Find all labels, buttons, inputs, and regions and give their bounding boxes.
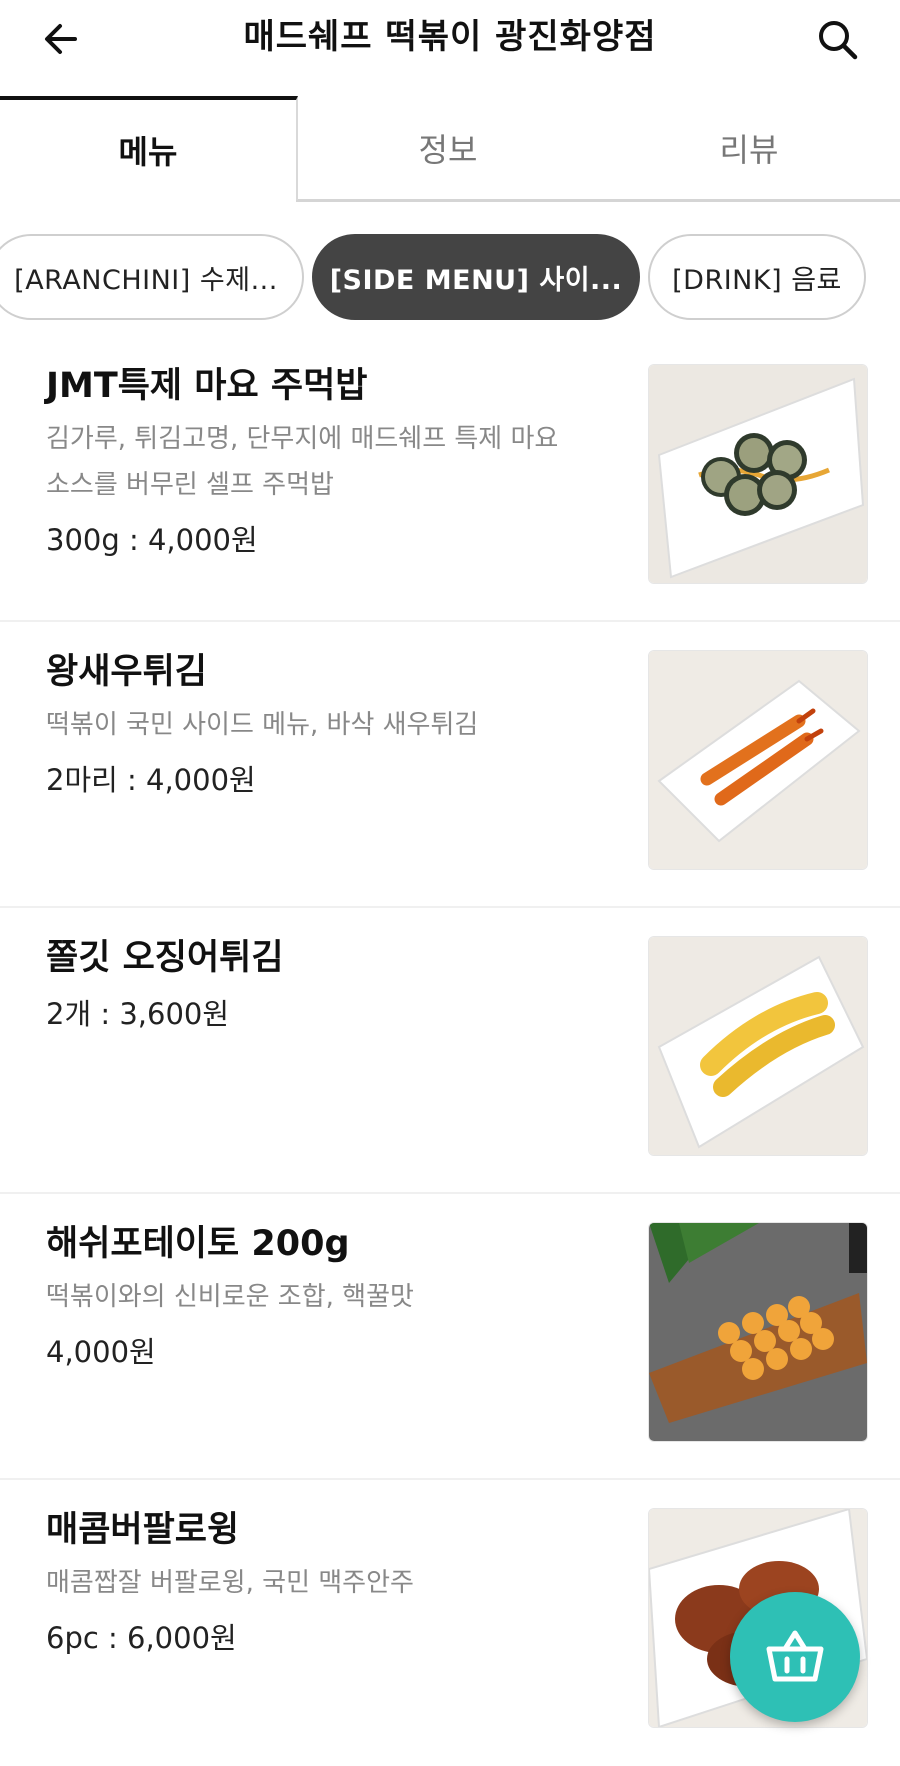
menu-item-photo — [648, 650, 868, 870]
menu-item-name: 왕새우튀김 — [46, 652, 208, 692]
menu-item[interactable]: JMT특제 마요 주먹밥 김가루, 튀김고명, 단무지에 매드쉐프 특제 마요소… — [0, 336, 900, 622]
menu-item[interactable]: 해쉬포테이토 200g 떡볶이와의 신비로운 조합, 핵꿀맛 4,000원 — [0, 1194, 900, 1480]
tab-info[interactable]: 정보 — [298, 96, 598, 200]
back-button[interactable] — [38, 16, 84, 62]
menu-item-photo — [648, 364, 868, 584]
tab-reviews[interactable]: 리뷰 — [598, 96, 900, 200]
menu-item-description: 떡볶이와의 신비로운 조합, 핵꿀맛 — [46, 1282, 414, 1312]
search-icon — [819, 21, 858, 60]
category-chip-drink[interactable]: [DRINK] 음료 — [648, 234, 866, 320]
menu-item-photo — [648, 936, 868, 1156]
menu-item-price: 6pc : 6,000원 — [46, 1621, 237, 1655]
arrow-left-icon — [45, 24, 77, 54]
menu-item-name: 쫄깃 오징어튀김 — [46, 938, 284, 978]
category-chip-aranchini[interactable]: [ARANCHINI] 수제... — [0, 234, 304, 320]
menu-item-name: JMT특제 마요 주먹밥 — [46, 366, 368, 406]
menu-list: JMT특제 마요 주먹밥 김가루, 튀김고명, 단무지에 매드쉐프 특제 마요소… — [0, 336, 900, 1766]
menu-item-photo — [648, 1222, 868, 1442]
top-app-bar: 매드쉐프 떡볶이 광진화양점 — [0, 0, 900, 96]
shopping-basket-icon — [766, 1630, 824, 1682]
menu-item-price: 2마리 : 4,000원 — [46, 763, 256, 797]
menu-item-price: 4,000원 — [46, 1335, 156, 1369]
tab-menu[interactable]: 메뉴 — [0, 96, 298, 200]
menu-item-price: 300g : 4,000원 — [46, 523, 258, 557]
menu-item[interactable]: 쫄깃 오징어튀김 2개 : 3,600원 — [0, 908, 900, 1194]
menu-item-description: 김가루, 튀김고명, 단무지에 매드쉐프 특제 마요소스를 버무린 셀프 주먹밥 — [46, 424, 559, 500]
menu-item-price: 2개 : 3,600원 — [46, 997, 230, 1031]
menu-item-name: 해쉬포테이토 200g — [46, 1224, 350, 1264]
cart-button[interactable] — [730, 1592, 860, 1722]
tab-bar: 메뉴 정보 리뷰 — [0, 96, 900, 202]
menu-item-description: 떡볶이 국민 사이드 메뉴, 바삭 새우튀김 — [46, 710, 479, 740]
search-button[interactable] — [812, 14, 862, 64]
category-chip-side-menu[interactable]: [SIDE MENU] 사이... — [312, 234, 640, 320]
store-title: 매드쉐프 떡볶이 광진화양점 — [243, 17, 657, 57]
menu-item[interactable]: 왕새우튀김 떡볶이 국민 사이드 메뉴, 바삭 새우튀김 2마리 : 4,000… — [0, 622, 900, 908]
menu-item-name: 매콤버팔로윙 — [46, 1510, 240, 1550]
category-chip-bar: [ARANCHINI] 수제... [SIDE MENU] 사이... [DRI… — [0, 234, 900, 324]
menu-item-description: 매콤짭잘 버팔로윙, 국민 맥주안주 — [46, 1568, 414, 1598]
